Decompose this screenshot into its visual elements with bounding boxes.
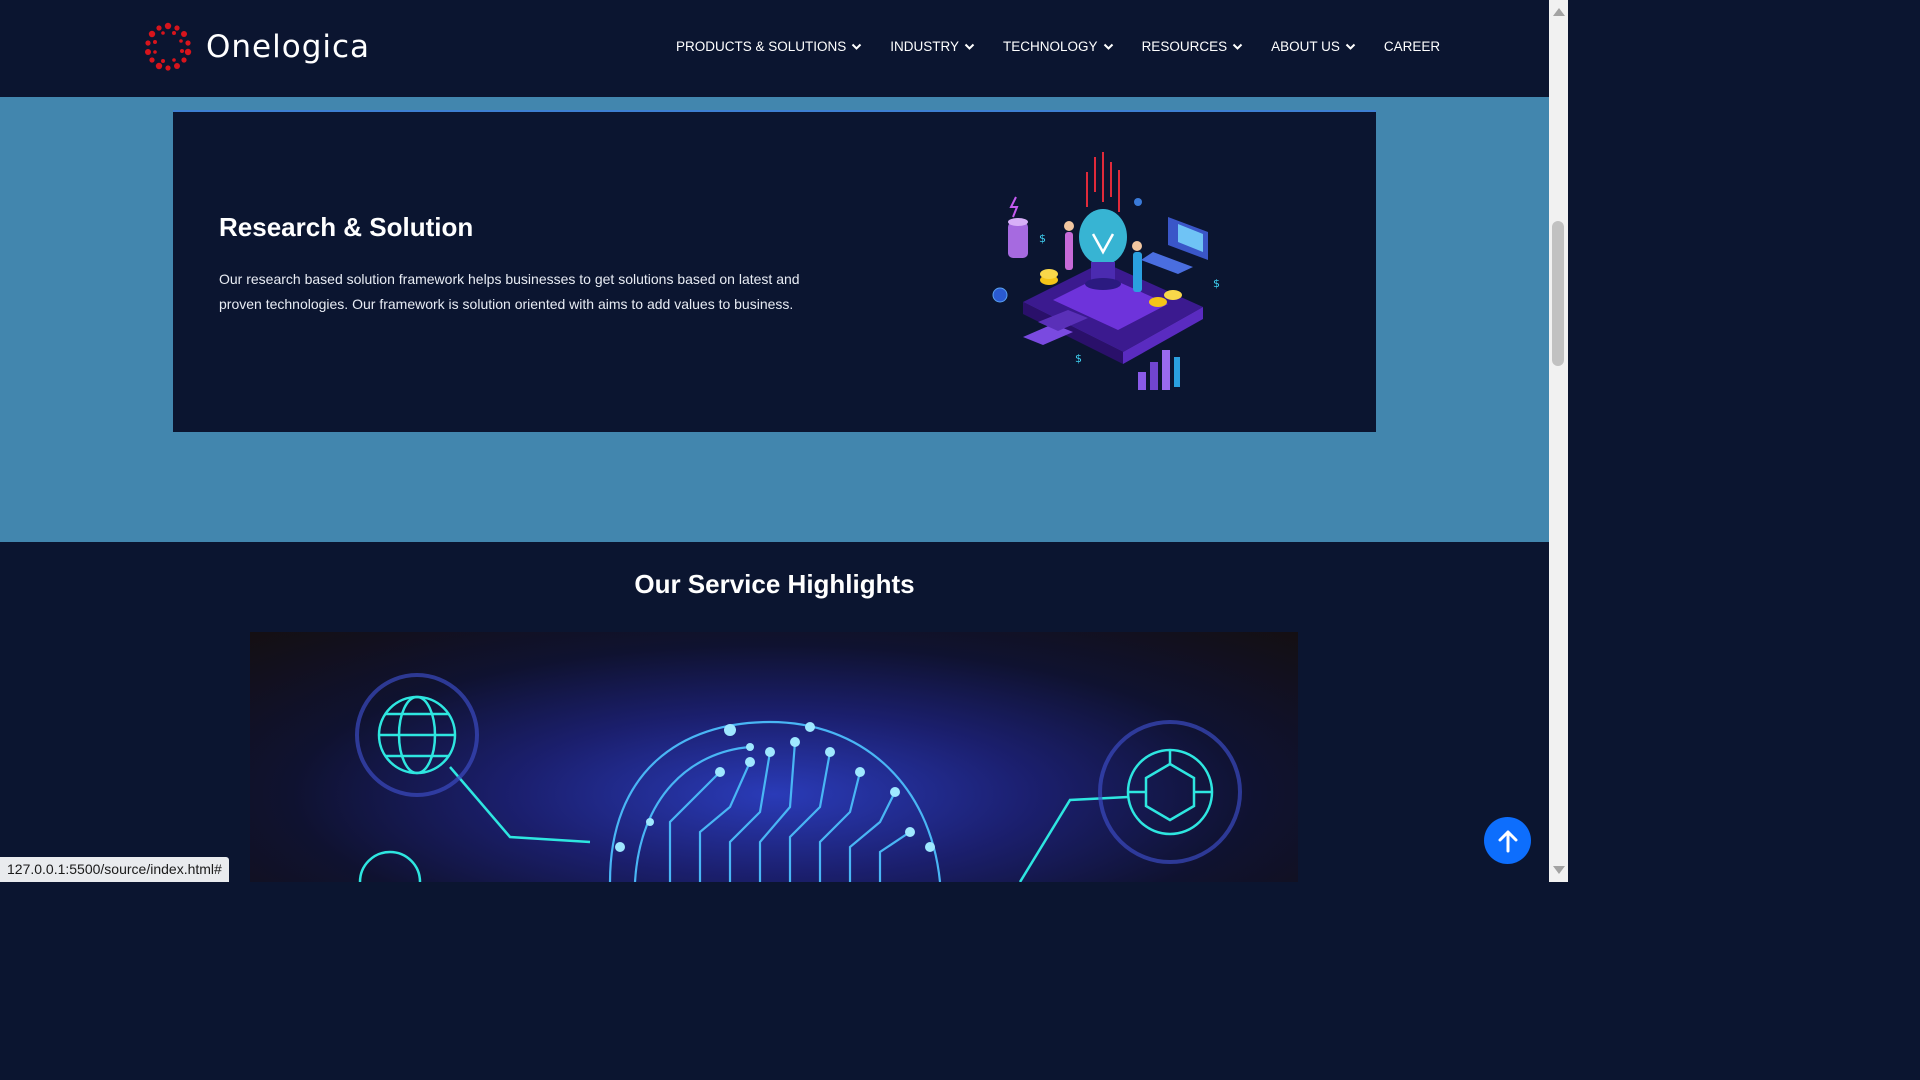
nav-label: INDUSTRY <box>890 39 960 54</box>
scroll-up-arrow-icon[interactable] <box>1553 8 1565 16</box>
brand-name: Onelogica <box>206 29 371 65</box>
research-section: Research & Solution Our research based s… <box>0 97 1549 542</box>
nav-about-us[interactable]: ABOUT US <box>1271 39 1356 54</box>
page-scrollbar[interactable] <box>1549 0 1568 882</box>
research-title: Research & Solution <box>219 212 474 242</box>
chevron-down-icon <box>1345 43 1356 50</box>
research-description: Our research based solution framework he… <box>219 271 800 312</box>
chevron-down-icon <box>1103 43 1113 50</box>
lightbulb-illustration: $ $ $ <box>992 152 1220 390</box>
chevron-down-icon <box>1232 43 1243 50</box>
nav-industry[interactable]: INDUSTRY <box>890 39 975 54</box>
nav-label: RESOURCES <box>1141 39 1228 54</box>
nav-career[interactable]: CAREER <box>1384 39 1440 54</box>
svg-text:$: $ <box>1039 232 1046 245</box>
logo-icon <box>145 22 192 71</box>
arrow-up-icon <box>1498 830 1517 852</box>
nav-label: TECHNOLOGY <box>1003 39 1098 54</box>
chevron-down-icon <box>852 43 862 50</box>
research-card: Research & Solution Our research based s… <box>173 110 1376 432</box>
chevron-down-icon <box>964 43 975 50</box>
svg-text:$: $ <box>1213 277 1220 290</box>
nav-label: PRODUCTS & SOLUTIONS <box>676 39 847 54</box>
scroll-down-arrow-icon[interactable] <box>1553 866 1565 874</box>
scrollbar-thumb[interactable] <box>1552 221 1564 366</box>
nav-technology[interactable]: TECHNOLOGY <box>1003 39 1114 54</box>
service-highlight-image <box>250 632 1298 882</box>
nav-resources[interactable]: RESOURCES <box>1142 39 1244 54</box>
nav-label: ABOUT US <box>1271 39 1340 54</box>
services-title: Our Service Highlights <box>634 569 915 599</box>
back-to-top-button[interactable] <box>1484 817 1531 864</box>
nav-label: CAREER <box>1383 39 1441 54</box>
brand-logo[interactable]: Onelogica <box>144 22 370 72</box>
browser-status-url: 127.0.0.1:5500/source/index.html# <box>0 857 229 882</box>
svg-text:$: $ <box>1075 352 1082 365</box>
ai-brain-network-art <box>355 673 1242 882</box>
main-nav: PRODUCTS & SOLUTIONS INDUSTRY TECHNOLOGY… <box>676 39 1440 54</box>
nav-products-solutions[interactable]: PRODUCTS & SOLUTIONS <box>676 39 862 54</box>
site-header: Onelogica PRODUCTS & SOLUTIONS INDUSTRY … <box>0 0 1549 97</box>
